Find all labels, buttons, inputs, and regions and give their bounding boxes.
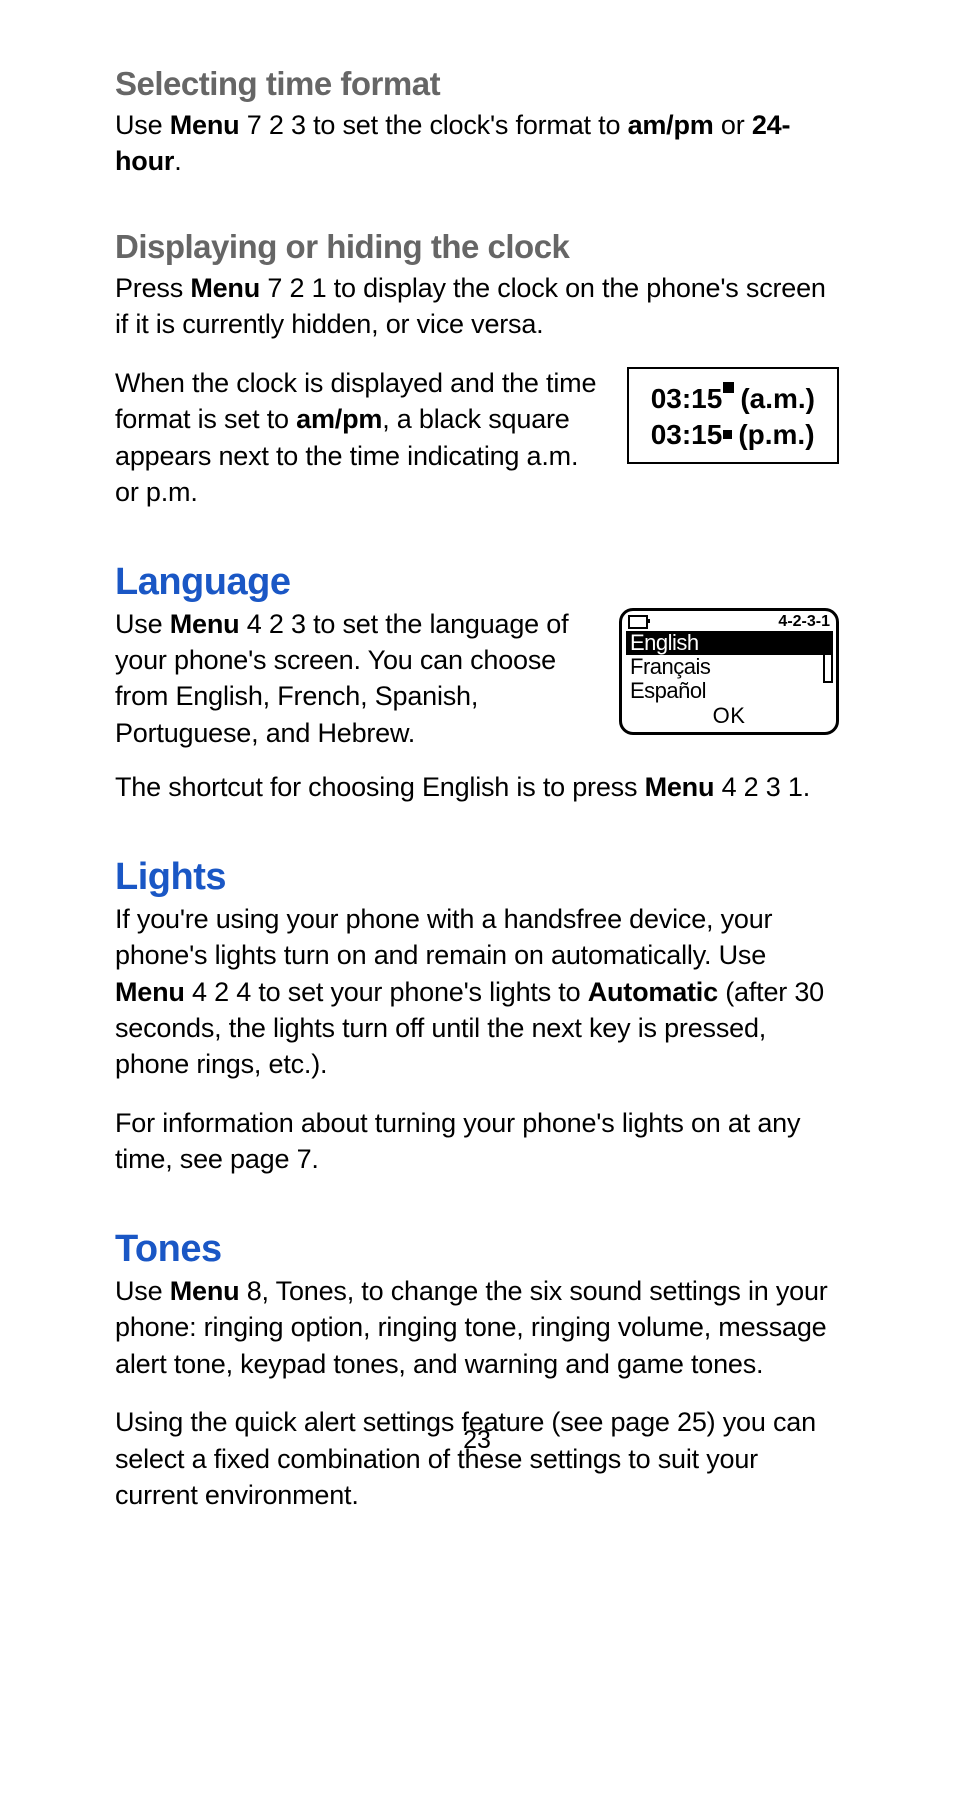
clock-desc-row: When the clock is displayed and the time… <box>115 365 839 511</box>
manual-page: Selecting time format Use Menu 7 2 3 to … <box>0 0 954 1803</box>
clock-am-label: (a.m.) <box>740 381 815 417</box>
clock-line-pm: 03:15 (p.m.) <box>651 417 815 453</box>
para-time-format: Use Menu 7 2 3 to set the clock's format… <box>115 107 839 180</box>
clock-example-box: 03:15 (a.m.) 03:15 (p.m.) <box>627 367 839 465</box>
screen-status-bar: 4-2-3-1 <box>622 611 836 631</box>
automatic-label: Automatic <box>588 977 718 1007</box>
menu-label: Menu <box>170 1276 240 1306</box>
screen-ok-label: OK <box>622 703 836 732</box>
text: 7 2 3 to set the clock's format to <box>239 110 627 140</box>
screen-item-francais: Français <box>626 655 832 679</box>
text: The shortcut for choosing English is to … <box>115 772 645 802</box>
text: Use <box>115 110 170 140</box>
para-language-1: Use Menu 4 2 3 to set the language of yo… <box>115 606 601 752</box>
language-row: Use Menu 4 2 3 to set the language of yo… <box>115 606 839 752</box>
heading-display-clock: Displaying or hiding the clock <box>115 228 839 266</box>
para-display-clock-2: When the clock is displayed and the time… <box>115 365 609 511</box>
para-display-clock-1: Press Menu 7 2 1 to display the clock on… <box>115 270 839 343</box>
screen-language-list: English Français Español <box>622 631 836 703</box>
text: Use <box>115 609 170 639</box>
heading-time-format: Selecting time format <box>115 65 839 103</box>
phone-screen-mockup: 4-2-3-1 English Français Español OK <box>619 608 839 735</box>
heading-lights: Lights <box>115 856 839 899</box>
para-lights-1: If you're using your phone with a handsf… <box>115 901 839 1083</box>
heading-tones: Tones <box>115 1228 839 1271</box>
text: Press <box>115 273 190 303</box>
heading-language: Language <box>115 561 839 604</box>
page-number: 23 <box>0 1426 954 1455</box>
text: 4 2 4 to set your phone's lights to <box>185 977 588 1007</box>
menu-label: Menu <box>170 609 240 639</box>
ampm-label: am/pm <box>628 110 714 140</box>
para-tones-1: Use Menu 8, Tones, to change the six sou… <box>115 1273 839 1382</box>
ampm-label: am/pm <box>296 404 382 434</box>
menu-label: Menu <box>190 273 260 303</box>
clock-time: 03:15 <box>651 381 723 417</box>
para-lights-2: For information about turning your phone… <box>115 1105 839 1178</box>
text: If you're using your phone with a handsf… <box>115 904 772 970</box>
menu-label: Menu <box>115 977 185 1007</box>
text: or <box>714 110 752 140</box>
screen-item-espanol: Español <box>626 679 832 703</box>
screen-menu-index: 4-2-3-1 <box>778 613 830 631</box>
clock-line-am: 03:15 (a.m.) <box>651 381 815 417</box>
para-tones-2: Using the quick alert settings feature (… <box>115 1404 839 1513</box>
para-language-2: The shortcut for choosing English is to … <box>115 769 839 805</box>
menu-label: Menu <box>170 110 240 140</box>
battery-icon <box>628 615 648 629</box>
text: . <box>174 146 181 176</box>
text: Use <box>115 1276 170 1306</box>
menu-label: Menu <box>645 772 715 802</box>
pm-indicator-icon <box>723 430 732 439</box>
clock-time: 03:15 <box>651 417 723 453</box>
text: 4 2 3 1. <box>714 772 810 802</box>
screen-item-english: English <box>626 631 832 655</box>
am-indicator-icon <box>723 382 734 393</box>
clock-pm-label: (p.m.) <box>738 417 814 453</box>
scrollbar-icon <box>823 631 833 683</box>
